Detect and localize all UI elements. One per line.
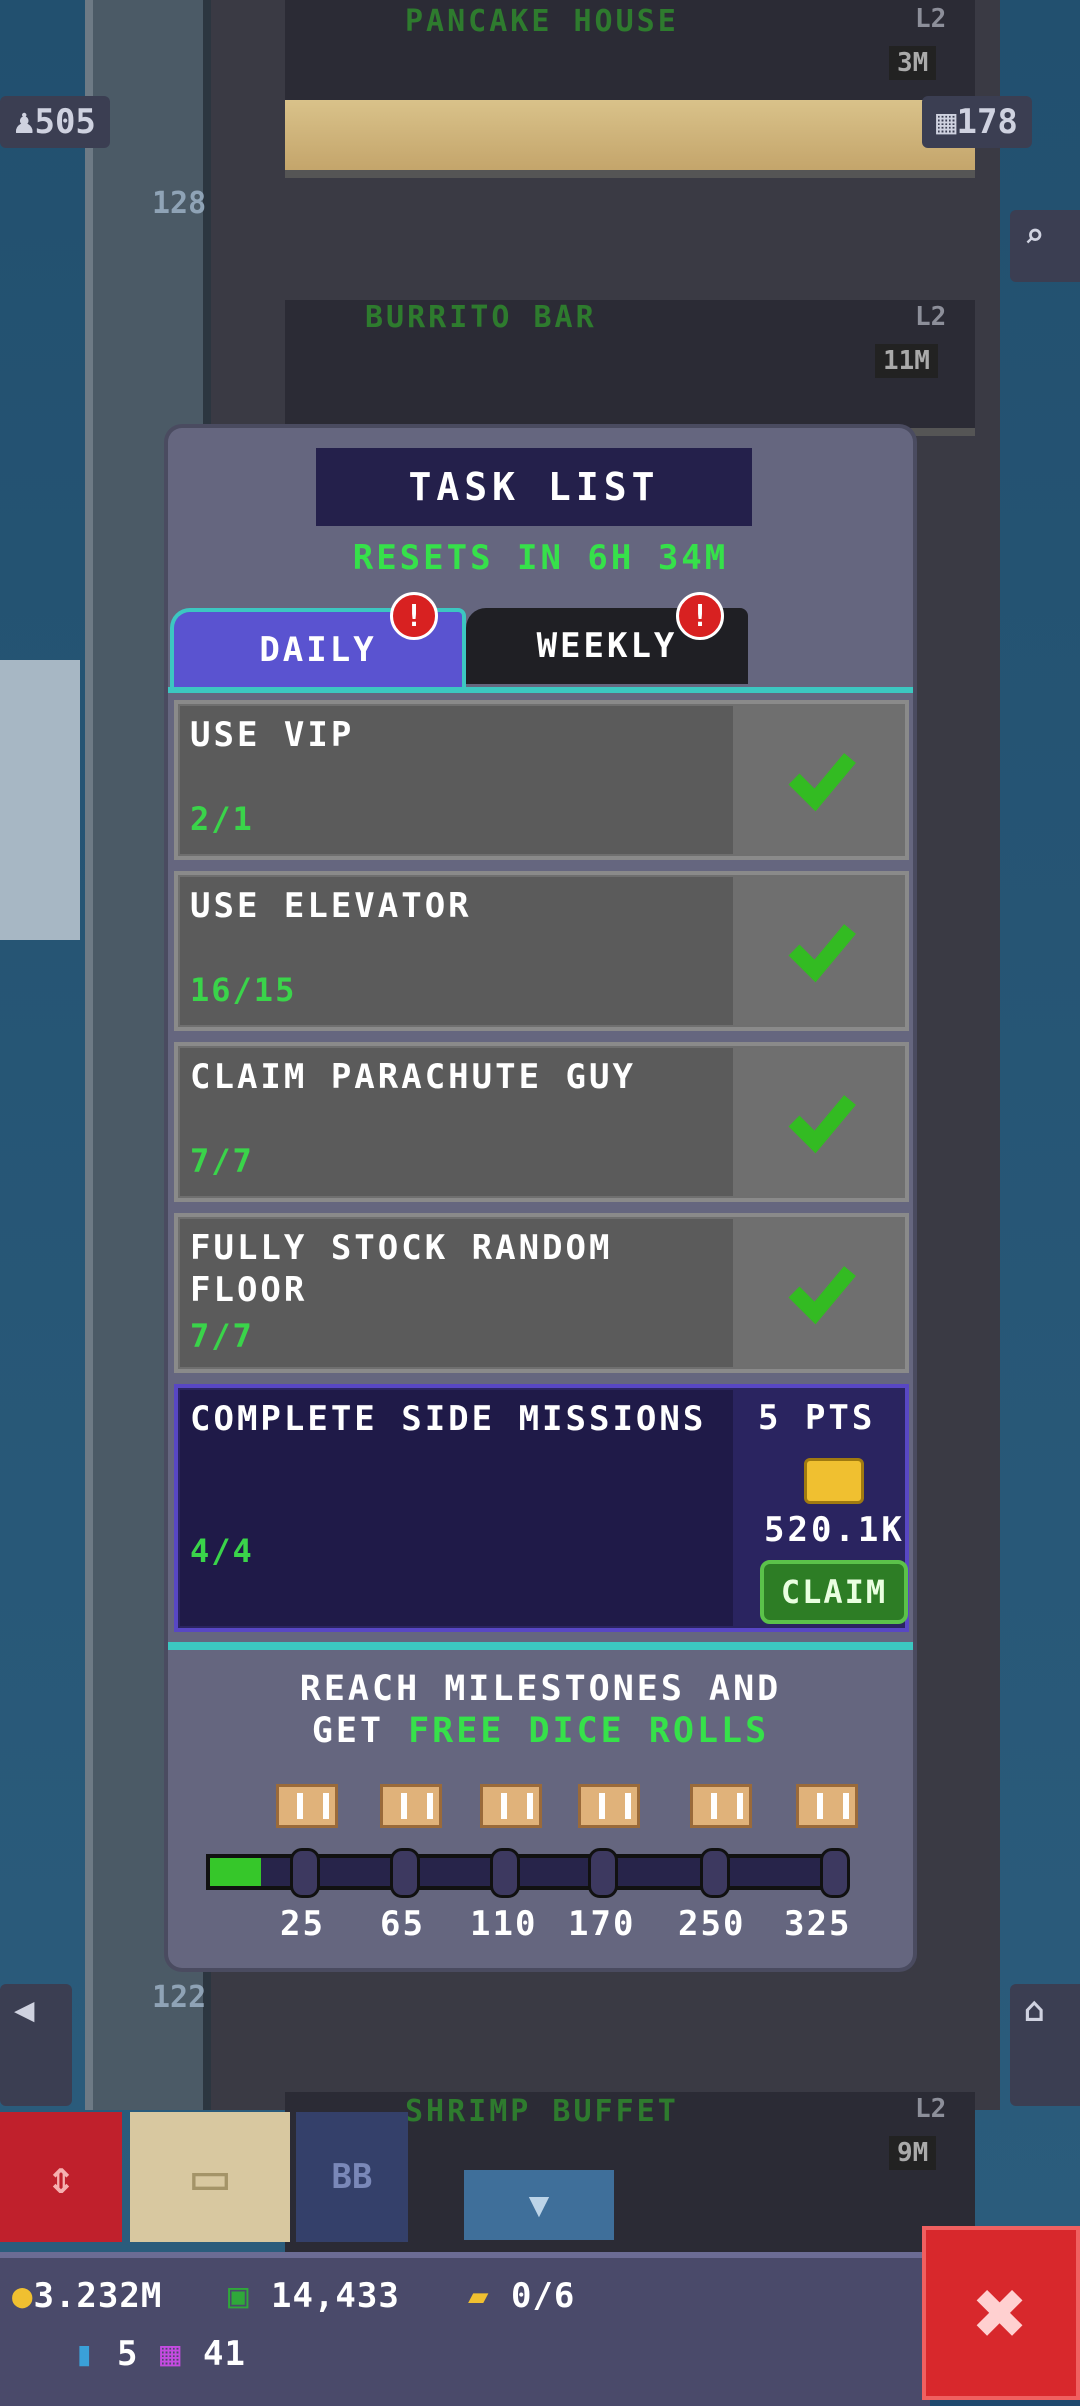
milestone-marker [290,1848,320,1898]
floors-counter: ▦178 [922,96,1032,148]
bux-display: ▣ 14,433 [228,2276,400,2316]
milestone-marker [390,1848,420,1898]
dice-reward-icon [276,1784,338,1828]
milestone-text-line2: GET FREE DICE ROLLS [311,1711,770,1751]
elevator-button[interactable]: ⇕ [0,2112,122,2242]
floor-name: PANCAKE HOUSE [405,4,679,39]
milestone-marker [588,1848,618,1898]
task-row: FULLY STOCK RANDOM FLOOR 7/7 [174,1213,909,1373]
floor-level: L2 [915,4,947,34]
collapse-toolbar-button[interactable]: ▼ [464,2170,614,2240]
search-icon: ⌕ [1024,216,1045,256]
coin-stack-icon [804,1458,864,1504]
task-name: FULLY STOCK RANDOM FLOOR [190,1228,613,1310]
task-progress: 16/15 [190,971,297,1009]
checkmark-icon [788,1095,856,1154]
task-row: CLAIM PARACHUTE GUY 7/7 [174,1042,909,1202]
task-name: USE ELEVATOR [190,886,472,926]
task-progress: 7/7 [190,1317,254,1355]
weekly-alert-badge: ! [676,592,724,640]
task-progress: 4/4 [190,1532,254,1570]
dice-reward-icon [380,1784,442,1828]
modal-title: TASK LIST [316,448,752,526]
dice-reward-icon [796,1784,858,1828]
close-icon: ✖ [973,2260,1029,2366]
milestone-value: 250 [678,1904,746,1944]
bonus-task-row: COMPLETE SIDE MISSIONS 4/4 5 PTS 520.1K … [174,1384,909,1632]
task-name: USE VIP [190,715,355,755]
milestone-progress-fill [210,1858,261,1886]
arrow-left-icon: ◀ [14,1990,35,2030]
daily-alert-badge: ! [390,592,438,640]
task-row: USE VIP 2/1 [174,700,909,860]
ticket-icon: ▰ [468,2276,490,2316]
task-progress: 7/7 [190,1142,254,1180]
claim-button[interactable]: CLAIM [760,1560,908,1624]
milestone-value: 170 [568,1904,636,1944]
checkmark-icon [788,924,856,983]
floor-level: L2 [915,302,947,332]
milestone-marker [700,1848,730,1898]
floor-room [285,100,975,170]
task-name: CLAIM PARACHUTE GUY [190,1057,636,1097]
task-list-modal: TASK LIST RESETS IN 6H 34M DAILY ! WEEKL… [168,428,913,1968]
floor-number: 128 [152,186,207,221]
dice-icon: ▦ [160,2334,182,2374]
task-reward: 520.1K [764,1510,905,1550]
currency-status-bar: ●3.232M ▣ 14,433 ▰ 0/6 ▮ 5 ▦ 41 [0,2252,930,2406]
task-points: 5 PTS [758,1398,876,1438]
milestone-marker [820,1848,850,1898]
milestone-divider [168,1642,913,1650]
checkmark-icon [788,753,856,812]
bitbook-button[interactable]: BB [296,2112,408,2242]
task-name: COMPLETE SIDE MISSIONS [190,1399,707,1439]
milestone-marker [490,1848,520,1898]
task-row: USE ELEVATOR 16/15 [174,871,909,1031]
dice-reward-icon [578,1784,640,1828]
home-icon: ⌂ [1024,1990,1045,2030]
key-icon: ▮ [74,2334,96,2374]
person-icon: ♟ [14,102,35,142]
cloud [0,660,80,940]
close-button[interactable]: ✖ [922,2226,1080,2400]
tickets-display: ▰ 0/6 [468,2276,576,2316]
stock-button[interactable]: ▭ [130,2112,290,2242]
box-icon: ▭ [191,2142,229,2212]
floor-stock: 3M [889,46,937,80]
home-button[interactable]: ⌂ [1010,1984,1080,2106]
task-progress: 2/1 [190,800,254,838]
dice-reward-icon [480,1784,542,1828]
floor-name: BURRITO BAR [365,300,597,335]
dice-reward-icon [690,1784,752,1828]
milestone-value: 110 [470,1904,538,1944]
bottom-toolbar: ⇕ ▭ BB ▼ [0,2112,1080,2252]
building-icon: ▦ [936,102,957,142]
reset-timer: RESETS IN 6H 34M [352,538,729,578]
chevron-down-icon: ▼ [528,2185,550,2225]
floor-burrito-bar[interactable]: BURRITO BAR L2 11M [285,300,975,436]
tab-daily-label: DAILY [259,630,377,670]
bux-icon: ▣ [228,2276,250,2316]
search-button[interactable]: ⌕ [1010,210,1080,282]
up-down-arrows-icon: ⇕ [47,2150,75,2204]
keys-display: ▮ 5 [74,2334,139,2374]
scroll-down-button[interactable]: ◀ [0,1984,72,2106]
floor-stock: 11M [875,344,938,378]
tab-weekly-label: WEEKLY [536,626,678,666]
floor-number: 122 [152,1980,207,2015]
milestone-text: REACH MILESTONES AND GET FREE DICE ROLLS [168,1668,913,1752]
coin-icon: ● [12,2276,34,2316]
floor-pancake-house[interactable]: PANCAKE HOUSE L2 3M [285,0,975,178]
checkmark-icon [788,1266,856,1325]
coins-display: ●3.232M [12,2276,163,2316]
dice-display: ▦ 41 [160,2334,246,2374]
milestone-value: 325 [784,1904,852,1944]
tab-divider [168,687,913,693]
milestone-text-line1: REACH MILESTONES AND [299,1669,782,1709]
milestone-value: 65 [380,1904,425,1944]
population-counter: ♟505 [0,96,110,148]
milestone-value: 25 [280,1904,325,1944]
